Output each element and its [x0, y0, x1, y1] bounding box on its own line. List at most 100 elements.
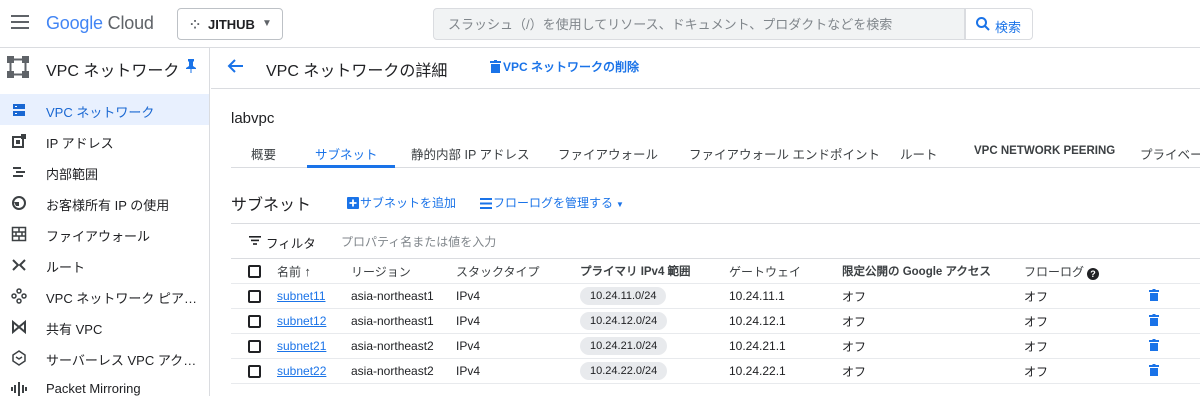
row-checkbox[interactable] — [248, 365, 261, 379]
delete-icon[interactable] — [1149, 338, 1159, 351]
ip-address-icon — [12, 134, 26, 148]
logo-cloud: Cloud — [107, 13, 154, 33]
tab-private-access[interactable]: プライベー — [1140, 144, 1200, 163]
row-checkbox[interactable] — [248, 315, 261, 329]
subnets-table: 名前 ↑ リージョン スタックタイプ プライマリ IPv4 範囲 ゲートウェイ … — [231, 258, 1200, 384]
tab-vpc-network-peering[interactable]: VPC NETWORK PEERING — [974, 145, 1115, 157]
delete-icon[interactable] — [1149, 288, 1159, 301]
tab-bar: 概要 サブネット 静的内部 IP アドレス ファイアウォール ファイアウォール … — [231, 140, 1200, 168]
sidebar-item-firewall[interactable]: ファイアウォール — [0, 218, 209, 249]
ip-range-chip: 10.24.22.0/24 — [580, 362, 668, 380]
manage-flowlogs-label: フローログを管理する — [493, 196, 614, 210]
manage-flowlogs-button[interactable]: フローログを管理する ▼ — [480, 194, 624, 211]
column-header-private-google-access[interactable]: 限定公開の Google アクセス — [842, 258, 1024, 284]
globe-ip-icon — [12, 196, 26, 210]
delete-vpc-button[interactable]: VPC ネットワークの削除 — [490, 58, 639, 75]
active-tab-indicator — [307, 165, 395, 168]
add-subnet-label: サブネットを追加 — [360, 196, 457, 210]
sidebar-nav: VPC ネットワーク IP アドレス 内部範囲 お客様所有 IP の使用 ファイ… — [0, 94, 209, 404]
row-select-cell — [231, 358, 277, 384]
filter-label: フィルタ — [266, 237, 316, 251]
sidebar-item-vpc-network[interactable]: VPC ネットワーク — [0, 94, 209, 125]
row-select-cell — [231, 283, 277, 309]
stack-type-cell: IPv4 — [456, 333, 580, 359]
stack-type-cell: IPv4 — [456, 358, 580, 384]
sidebar-item-internal-ranges[interactable]: 内部範囲 — [0, 156, 209, 187]
help-icon[interactable]: ? — [1087, 267, 1100, 280]
subnet-name-link[interactable]: subnet11 — [277, 289, 326, 303]
row-select-cell — [231, 308, 277, 334]
sidebar-item-peering[interactable]: VPC ネットワーク ピアリ... — [0, 280, 209, 311]
sidebar-item-ip-address[interactable]: IP アドレス — [0, 125, 209, 156]
pin-icon[interactable] — [184, 58, 198, 74]
row-checkbox[interactable] — [248, 290, 261, 304]
sidebar-item-byoip[interactable]: お客様所有 IP の使用 — [0, 187, 209, 218]
private-access-cell: オフ — [842, 333, 1024, 359]
column-name-label: 名前 — [277, 264, 302, 279]
tab-subnets[interactable]: サブネット — [315, 144, 378, 163]
main-menu-icon[interactable] — [11, 15, 29, 29]
stack-type-cell: IPv4 — [456, 308, 580, 334]
tab-routes[interactable]: ルート — [900, 144, 938, 163]
column-header-name[interactable]: 名前 ↑ — [277, 258, 351, 284]
search-button[interactable]: 検索 — [965, 8, 1033, 40]
subnet-name-link[interactable]: subnet12 — [277, 314, 326, 328]
shared-vpc-icon — [12, 319, 26, 335]
private-access-cell: オフ — [842, 283, 1024, 309]
tab-firewall[interactable]: ファイアウォール — [558, 144, 658, 163]
region-cell: asia-northeast2 — [351, 333, 456, 359]
region-cell: asia-northeast2 — [351, 358, 456, 384]
column-header-actions — [1149, 258, 1200, 284]
column-header-region[interactable]: リージョン — [351, 258, 456, 284]
filter-input[interactable]: プロパティ名または値を入力 — [341, 233, 496, 250]
sidebar-header: VPC ネットワーク — [0, 48, 209, 88]
list-icon — [480, 198, 492, 209]
subnet-name-link[interactable]: subnet21 — [277, 339, 326, 353]
sidebar-item-label: 内部範囲 — [46, 167, 99, 182]
row-checkbox[interactable] — [248, 340, 261, 354]
sidebar-item-routes[interactable]: ルート — [0, 249, 209, 280]
sidebar-item-shared-vpc[interactable]: 共有 VPC — [0, 311, 209, 342]
flowlog-cell: オフ — [1024, 283, 1149, 309]
flowlog-cell: オフ — [1024, 308, 1149, 334]
tab-overview[interactable]: 概要 — [251, 144, 276, 163]
project-selector[interactable]: ⁘ JITHUB ▼ — [177, 8, 283, 40]
tab-static-internal-ip[interactable]: 静的内部 IP アドレス — [411, 144, 530, 163]
page-header: VPC ネットワークの詳細 VPC ネットワークの削除 — [211, 48, 1200, 88]
delete-icon[interactable] — [1149, 363, 1159, 376]
back-arrow-icon[interactable] — [227, 57, 245, 75]
column-header-gateway[interactable]: ゲートウェイ — [729, 258, 842, 284]
chevron-down-icon: ▼ — [616, 200, 624, 209]
filter-bar[interactable]: フィルタ プロパティ名または値を入力 — [231, 223, 1200, 258]
add-subnet-button[interactable]: サブネットを追加 — [347, 194, 456, 211]
search-input[interactable] — [434, 9, 964, 39]
column-flowlogs-label: フローログ — [1024, 264, 1085, 279]
peering-icon — [11, 288, 27, 304]
table-row: subnet22 asia-northeast2 IPv4 10.24.22.0… — [231, 358, 1200, 384]
subnet-name-link[interactable]: subnet22 — [277, 364, 326, 378]
flowlog-cell: オフ — [1024, 333, 1149, 359]
google-cloud-logo[interactable]: Google Cloud — [46, 13, 154, 34]
sidebar-item-serverless-vpc[interactable]: サーバーレス VPC アクセ... — [0, 342, 209, 373]
sidebar-item-label: Packet Mirroring — [46, 381, 141, 396]
select-all-checkbox[interactable] — [248, 265, 261, 279]
tab-firewall-endpoints[interactable]: ファイアウォール エンドポイント — [689, 144, 880, 163]
sidebar-item-label: 共有 VPC — [46, 322, 103, 337]
stack-type-cell: IPv4 — [456, 283, 580, 309]
sidebar-item-label: ルート — [46, 260, 86, 275]
select-all-cell — [231, 258, 277, 284]
table-row: subnet12 asia-northeast1 IPv4 10.24.12.0… — [231, 308, 1200, 334]
sidebar-item-label: VPC ネットワーク ピアリ... — [46, 291, 206, 306]
gateway-cell: 10.24.22.1 — [729, 358, 842, 384]
column-header-flowlogs[interactable]: フローログ? — [1024, 258, 1149, 284]
project-name: JITHUB — [208, 17, 255, 32]
column-header-stack-type[interactable]: スタックタイプ — [456, 258, 580, 284]
delete-icon[interactable] — [1149, 313, 1159, 326]
column-header-primary-ipv4[interactable]: プライマリ IPv4 範囲 — [580, 258, 729, 284]
ip-range-chip: 10.24.12.0/24 — [580, 312, 668, 330]
serverless-icon — [12, 350, 26, 366]
sidebar-item-packet-mirroring[interactable]: Packet Mirroring — [0, 373, 209, 404]
arrow-up-icon: ↑ — [304, 263, 311, 279]
top-bar: Google Cloud ⁘ JITHUB ▼ 検索 — [0, 0, 1200, 48]
trash-icon — [490, 60, 501, 73]
